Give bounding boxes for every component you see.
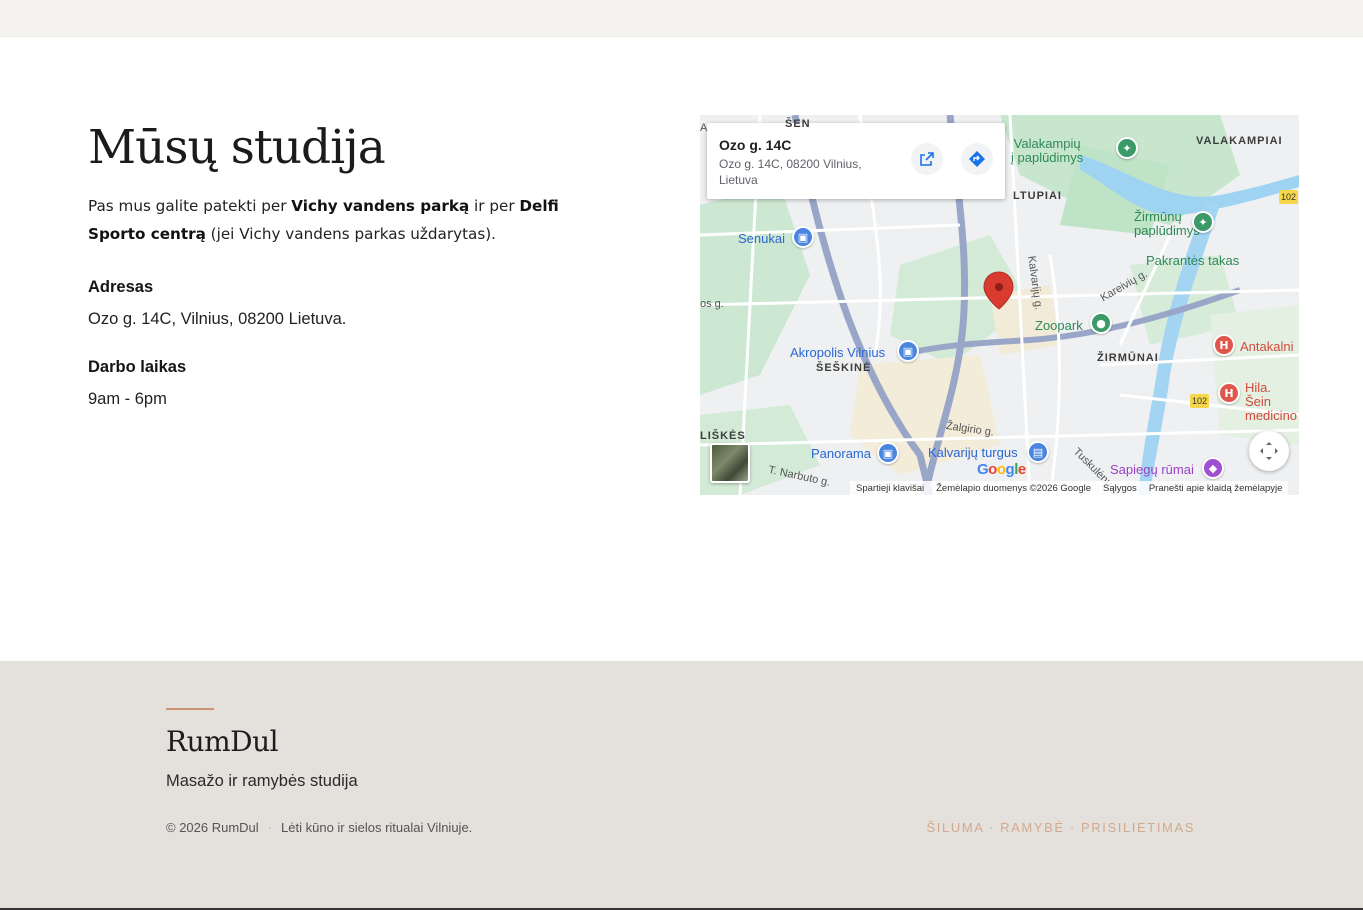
map-label-a: A	[700, 122, 708, 134]
map-label-antakalnio: Antakalni	[1240, 339, 1294, 354]
map-label-seskine: ŠEŠKINĖ	[816, 362, 872, 374]
map-route-102b: 102	[1190, 394, 1210, 408]
keyboard-shortcuts-link[interactable]: Spartieji klavišai	[856, 483, 924, 494]
hours-value: 9am - 6pm	[88, 390, 167, 408]
map-label-zoopark: Zoopark	[1035, 318, 1083, 333]
intro-text: Pas mus galite patekti per Vichy vandens…	[88, 197, 559, 243]
hospital-icon: H	[1213, 334, 1235, 356]
fullscreen-button[interactable]	[1249, 431, 1289, 471]
map-card-title: Ozo g. 14C	[719, 137, 792, 153]
directions-icon	[969, 151, 985, 167]
beach-icon: ✦	[1116, 137, 1138, 159]
map-label-zirmunai: ŽIRMŪNAI	[1097, 352, 1159, 364]
map-label-valakampiu: Valakampių į paplūdimys	[1011, 136, 1084, 165]
map-label-pakrantes: Pakrantės takas	[1146, 253, 1240, 268]
site-footer: RumDul Masažo ir ramybės studija © 2026 …	[0, 661, 1363, 910]
map-label-kalvariju-turgus: Kalvarijų turgus	[928, 445, 1018, 460]
directions-button[interactable]	[961, 143, 993, 175]
google-map[interactable]: Ozo g. 14C Ozo g. 14C, 08200 Vilnius, Li…	[700, 115, 1299, 495]
address-value: Ozo g. 14C, Vilnius, 08200 Lietuva.	[88, 310, 347, 328]
vichy-link-text: Vichy vandens parką	[291, 197, 470, 215]
open-in-new-icon	[920, 152, 934, 166]
map-label-os-g: os g.	[700, 298, 724, 310]
map-route-102: 102	[1279, 190, 1299, 204]
hours-label: Darbo laikas	[88, 358, 187, 376]
map-label-senukai: Senukai	[738, 231, 785, 246]
map-label-panorama: Panorama	[811, 446, 871, 461]
footer-motto: ŠILUMA · RAMYBĖ · PRISILIETIMAS	[926, 820, 1195, 835]
page-title: Mūsų studija	[88, 120, 386, 175]
shopping-icon: ▣	[792, 226, 814, 248]
map-attribution: Spartieji klavišai Žemėlapio duomenys ©2…	[850, 481, 1289, 495]
map-label-sapiegu: Sapiegų rūmai	[1110, 462, 1194, 477]
map-label-sen: ŠEN	[785, 118, 811, 130]
shopping-icon: ▣	[877, 442, 899, 464]
address-label: Adresas	[88, 278, 154, 296]
satellite-toggle[interactable]	[710, 443, 750, 483]
footer-copyright: © 2026 RumDul · Lėti kūno ir sielos ritual…	[166, 820, 473, 835]
beach-icon: ✦	[1192, 211, 1214, 233]
zoo-icon: ●	[1090, 312, 1112, 334]
hospital-icon: H	[1218, 382, 1240, 404]
landmark-icon: ◆	[1202, 457, 1224, 479]
map-label-zirmunu-paplud: Žirmūnų paplūdimys	[1134, 209, 1200, 238]
google-logo: Google	[977, 461, 1026, 478]
map-data-text: Žemėlapio duomenys ©2026 Google	[936, 482, 1091, 494]
map-card-address: Ozo g. 14C, 08200 Vilnius, Lietuva	[719, 157, 862, 187]
top-strip	[0, 0, 1363, 37]
terms-link[interactable]: Sąlygos	[1103, 483, 1137, 494]
map-label-hila: Hila. Šein medicino	[1245, 380, 1298, 423]
market-icon: ▤	[1027, 441, 1049, 463]
map-label-liskes: LIŠKĖS	[700, 430, 746, 442]
studio-section: Mūsų studija Pas mus galite patekti per …	[88, 118, 608, 408]
shopping-icon: ▣	[897, 340, 919, 362]
map-info-card: Ozo g. 14C Ozo g. 14C, 08200 Vilnius, Li…	[707, 123, 1005, 199]
map-label-akropolis: Akropolis Vilnius	[790, 345, 886, 360]
footer-brand[interactable]: RumDul	[166, 725, 279, 758]
open-in-maps-button[interactable]	[911, 143, 943, 175]
map-label-valakampiai: VALAKAMPIAI	[1196, 135, 1283, 147]
map-label-ltupiai: LTUPIAI	[1013, 190, 1062, 202]
footer-tagline: Masažo ir ramybės studija	[166, 772, 358, 790]
footer-slogan: Lėti kūno ir sielos ritualai Vilniuje.	[281, 820, 473, 835]
fullscreen-icon	[1260, 442, 1278, 460]
report-error-link[interactable]: Pranešti apie klaidą žemėlapyje	[1149, 483, 1283, 494]
footer-accent-line	[166, 708, 214, 710]
